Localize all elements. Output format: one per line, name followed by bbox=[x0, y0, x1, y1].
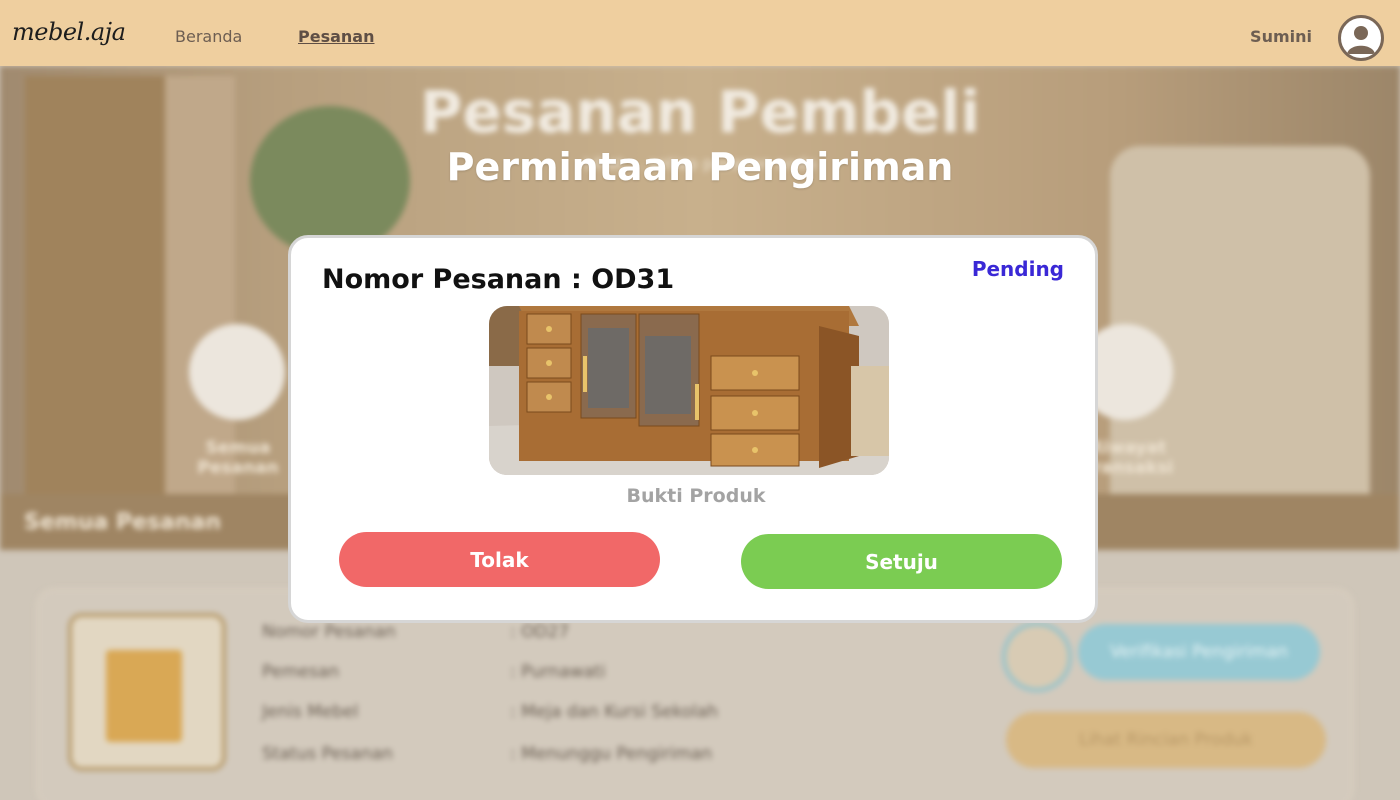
view-product-detail-button: Lihat Rincian Produk bbox=[1006, 712, 1326, 768]
order-row-label: Pemesan bbox=[262, 662, 340, 682]
category-label-all-orders: Semua Pesanan bbox=[197, 438, 279, 478]
shipping-request-modal: Nomor Pesanan : OD31 Pending Bukti Produ… bbox=[288, 235, 1098, 623]
order-row-value: : Purnawati bbox=[510, 662, 606, 682]
order-row-label: Jenis Mebel bbox=[262, 702, 359, 722]
top-navbar: mebel.aja Beranda Pesanan Sumini bbox=[0, 0, 1400, 66]
hero-title: Pesanan Pembeli bbox=[419, 78, 981, 146]
user-avatar-icon[interactable] bbox=[1338, 15, 1384, 61]
order-row-value: : Meja dan Kursi Sekolah bbox=[510, 702, 719, 722]
cabinet-illustration-icon bbox=[106, 650, 182, 742]
nav-link-beranda[interactable]: Beranda bbox=[175, 27, 242, 46]
modal-heading: Permintaan Pengiriman bbox=[446, 145, 954, 189]
order-row-label: Status Pesanan bbox=[262, 744, 393, 764]
order-row-value: : OD27 bbox=[510, 622, 570, 642]
image-caption: Bukti Produk bbox=[626, 485, 766, 507]
product-proof-image bbox=[489, 306, 889, 475]
order-number: Nomor Pesanan : OD31 bbox=[322, 264, 675, 295]
verification-icon bbox=[1002, 622, 1072, 692]
user-name: Sumini bbox=[1250, 27, 1312, 46]
order-row-label: Nomor Pesanan bbox=[262, 622, 396, 642]
verify-shipping-button: Verifikasi Pengiriman bbox=[1078, 624, 1320, 680]
all-orders-icon bbox=[189, 324, 285, 420]
order-row-value: : Menunggu Pengiriman bbox=[510, 744, 713, 764]
section-title: Semua Pesanan bbox=[24, 510, 222, 535]
brand-logo[interactable]: mebel.aja bbox=[12, 18, 126, 46]
accept-button[interactable]: Setuju bbox=[741, 534, 1062, 589]
nav-link-pesanan[interactable]: Pesanan bbox=[298, 27, 374, 46]
reject-button[interactable]: Tolak bbox=[339, 532, 660, 587]
status-badge: Pending bbox=[971, 257, 1064, 281]
